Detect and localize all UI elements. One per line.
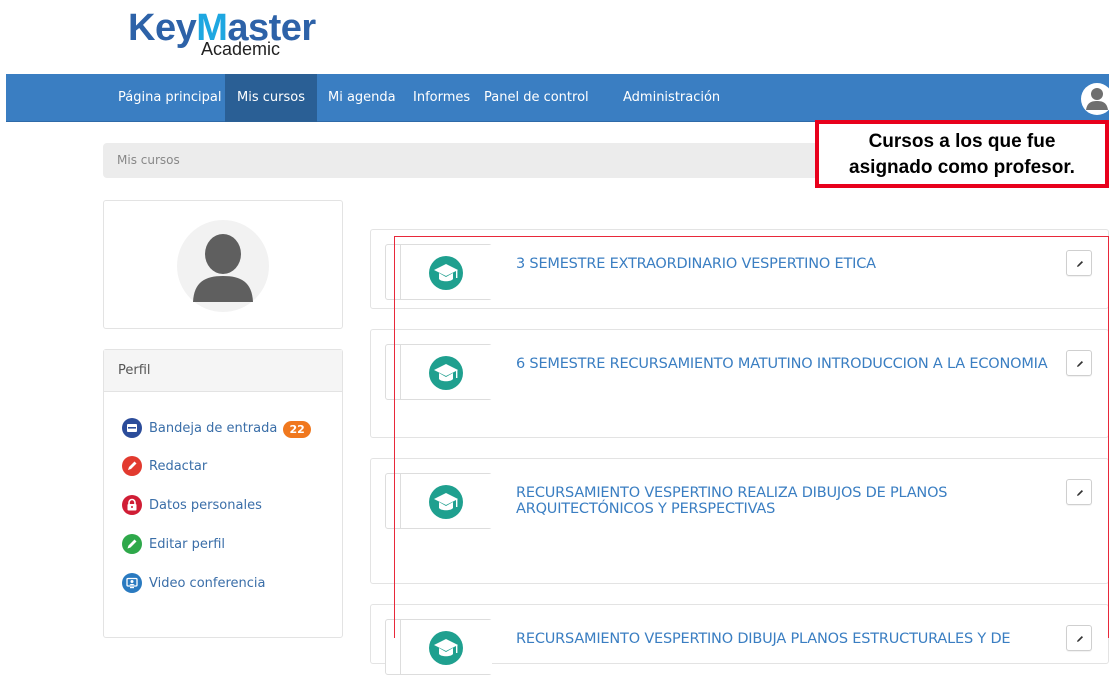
graduation-cap-icon (429, 485, 463, 519)
graduation-cap-icon (429, 356, 463, 390)
course-card[interactable]: RECURSAMIENTO VESPERTINO DIBUJA PLANOS E… (370, 604, 1109, 675)
course-thumbnail[interactable] (385, 344, 492, 400)
logo-subtitle: Academic (201, 39, 281, 59)
sidebar-item-label: Datos personales (149, 498, 262, 513)
inbox-count-badge: 22 (283, 420, 311, 438)
edit-course-button[interactable] (1066, 625, 1092, 651)
sidebar-item-label: Editar perfil (149, 537, 226, 552)
course-thumbnail[interactable] (385, 244, 492, 300)
edit-course-button[interactable] (1066, 350, 1092, 376)
sidebar-item-personal-data[interactable]: Datos personales (122, 495, 262, 517)
sidebar-item-video-conference[interactable]: Video conferencia (122, 573, 266, 595)
annotation-line-1: Cursos a los que fue (868, 131, 1056, 152)
breadcrumb-current: Mis cursos (117, 153, 180, 167)
course-title-link[interactable]: RECURSAMIENTO VESPERTINO REALIZA DIBUJOS… (516, 485, 996, 517)
course-thumbnail[interactable] (385, 473, 492, 529)
profile-menu-title: Perfil (104, 350, 342, 392)
pencil-icon (122, 456, 142, 476)
course-thumbnail-frame (400, 620, 492, 674)
inbox-icon (122, 418, 142, 438)
edit-course-button[interactable] (1066, 250, 1092, 276)
edit-icon (122, 534, 142, 554)
pencil-icon (1077, 361, 1083, 367)
sidebar-item-label: Bandeja de entrada (149, 421, 278, 436)
nav-item-home[interactable]: Página principal (106, 74, 233, 122)
user-avatar-icon[interactable] (1079, 82, 1109, 116)
course-title-link[interactable]: 6 SEMESTRE RECURSAMIENTO MATUTINO INTROD… (516, 356, 1061, 372)
sidebar-item-label: Redactar (149, 459, 208, 474)
pencil-icon (1077, 636, 1083, 642)
nav-item-my-courses[interactable]: Mis cursos (225, 74, 317, 122)
course-title-link[interactable]: RECURSAMIENTO VESPERTINO DIBUJA PLANOS E… (516, 631, 1076, 647)
graduation-cap-icon (429, 631, 463, 665)
edit-course-button[interactable] (1066, 479, 1092, 505)
sidebar-item-inbox[interactable]: Bandeja de entrada 22 (122, 418, 311, 440)
profile-card (103, 200, 343, 329)
nav-item-control-panel[interactable]: Panel de control (472, 74, 601, 122)
pencil-icon (1077, 490, 1083, 496)
nav-item-administration[interactable]: Administración (611, 74, 732, 122)
nav-item-my-agenda[interactable]: Mi agenda (316, 74, 408, 122)
graduation-cap-icon (429, 256, 463, 290)
pencil-icon (1077, 261, 1083, 267)
lock-icon (122, 495, 142, 515)
course-card[interactable]: 3 SEMESTRE EXTRAORDINARIO VESPERTINO ETI… (370, 229, 1109, 309)
course-thumbnail[interactable] (385, 619, 492, 675)
user-silhouette-icon (177, 216, 269, 316)
app-logo[interactable]: KeyMaster Academic (128, 6, 328, 64)
sidebar-item-compose[interactable]: Redactar (122, 456, 207, 478)
annotation-callout: Cursos a los que fue asignado como profe… (815, 120, 1109, 188)
main-navbar: Página principal Mis cursos Mi agenda In… (6, 74, 1109, 122)
course-thumbnail-frame (400, 245, 492, 299)
course-card[interactable]: RECURSAMIENTO VESPERTINO REALIZA DIBUJOS… (370, 458, 1109, 584)
profile-menu: Perfil Bandeja de entrada 22 Redactar Da… (103, 349, 343, 638)
video-conference-icon (122, 573, 142, 593)
nav-item-reports[interactable]: Informes (401, 74, 482, 122)
course-title-link[interactable]: 3 SEMESTRE EXTRAORDINARIO VESPERTINO ETI… (516, 256, 1056, 272)
course-thumbnail-frame (400, 474, 492, 528)
course-card[interactable]: 6 SEMESTRE RECURSAMIENTO MATUTINO INTROD… (370, 329, 1109, 438)
sidebar-item-edit-profile[interactable]: Editar perfil (122, 534, 225, 556)
annotation-line-2: asignado como profesor. (849, 157, 1075, 178)
sidebar-item-label: Video conferencia (149, 576, 266, 591)
course-thumbnail-frame (400, 345, 492, 399)
